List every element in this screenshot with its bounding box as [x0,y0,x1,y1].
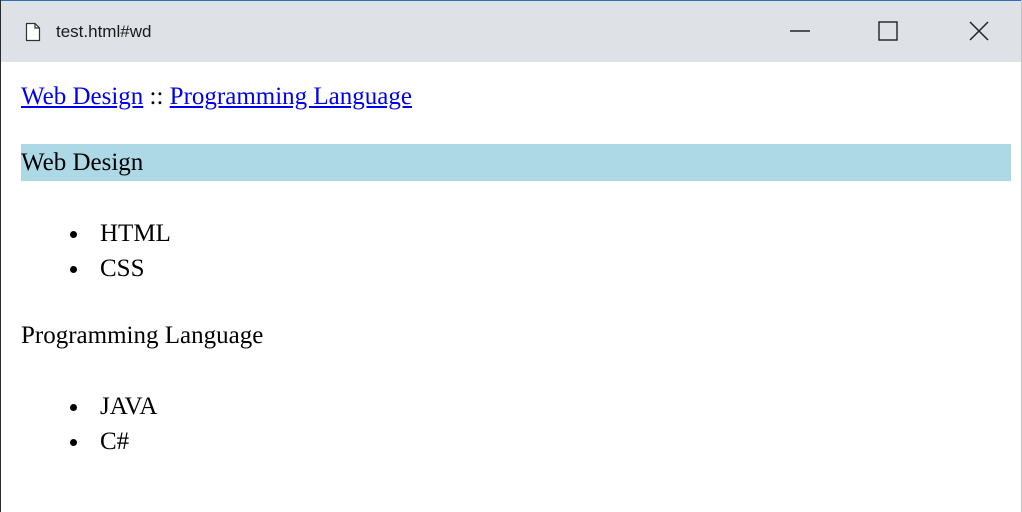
maximize-button[interactable] [865,13,911,53]
list-item: JAVA [21,389,157,424]
close-button[interactable] [956,13,1002,53]
browser-window: test.html#wd Web Design:: Programming L… [0,0,1022,512]
breadcrumb-separator: :: [149,83,164,110]
list-item: CSS [21,251,171,286]
minimize-button[interactable] [777,13,823,53]
web-design-link[interactable]: Web Design [21,83,143,110]
breadcrumb-nav: Web Design :: Programming Language [21,82,412,112]
window-title: test.html#wd [56,22,152,41]
page-icon [25,22,41,42]
list-item: HTML [21,216,171,251]
list-item: C# [21,424,157,459]
maximize-icon [877,20,899,47]
web-design-heading: Web Design [21,144,1011,181]
title-bar[interactable]: test.html#wd [1,0,1021,62]
web-design-list: HTML CSS [21,216,171,286]
minimize-icon [789,20,811,47]
programming-language-link[interactable]: Programming Language [170,83,412,110]
programming-language-heading: Programming Language [21,322,264,349]
close-icon [968,20,990,47]
programming-language-list: JAVA C# [21,389,157,459]
